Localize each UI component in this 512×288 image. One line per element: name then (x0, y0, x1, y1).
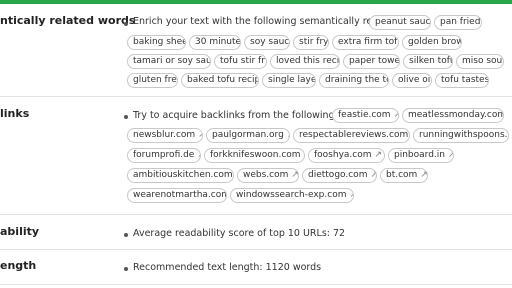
keyword-chip[interactable]: 30 minutes (189, 35, 241, 50)
domain-chip[interactable]: forkknifeswoon.com↗ (204, 148, 305, 163)
external-link-icon: ↗ (304, 149, 305, 162)
domain-chip[interactable]: respectablereviews.com↗ (293, 128, 410, 143)
row-label-length: ength (0, 259, 37, 272)
keyword-chip[interactable]: golden brown (402, 35, 462, 50)
domain-chip[interactable]: bt.com ↗ (380, 168, 428, 183)
external-link-icon: ↗ (349, 189, 353, 202)
domain-chip[interactable]: feastie.com↗ (332, 108, 399, 123)
keyword-chip[interactable]: silken tofu (403, 54, 453, 69)
domain-chip[interactable]: pinboard.in↗ (388, 148, 454, 163)
row-label-backlinks: links (0, 107, 30, 120)
domain-chip[interactable]: runningwithspoons.com↗ (413, 128, 509, 143)
keyword-chip[interactable]: stir fry (293, 35, 329, 50)
keyword-chip[interactable]: draining the tofu (319, 73, 389, 88)
bullet (124, 267, 128, 271)
domain-chip[interactable]: newsblur.com↗ (127, 128, 203, 143)
keyword-chip[interactable]: baked tofu recipe (181, 73, 259, 88)
domain-chip[interactable]: wearenotmartha.com↗ (127, 188, 227, 203)
domain-chip[interactable]: windowssearch-exp.com↗ (230, 188, 354, 203)
domain-chip[interactable]: diettogo.com↗ (302, 168, 377, 183)
keyword-chip[interactable]: loved this recipe (270, 54, 340, 69)
bullet (124, 115, 128, 119)
keyword-chip[interactable]: paper towels (343, 54, 400, 69)
domain-chip[interactable]: meatlessmonday.com↗ (402, 108, 504, 123)
row-divider (0, 284, 512, 285)
row-label-readability: ability (0, 225, 40, 238)
external-link-icon: ↗ (198, 129, 202, 142)
accent-bar (0, 0, 512, 4)
external-link-icon: ↗ (370, 169, 376, 182)
bullet (124, 233, 128, 237)
keyword-chip[interactable]: baking sheet (127, 35, 186, 50)
readability-text: Average readability score of top 10 URLs… (133, 228, 346, 239)
row-divider (0, 96, 512, 97)
length-text: Recommended text length: 1120 words (133, 262, 322, 273)
domain-chip[interactable]: forumprofi.de↗ (127, 148, 201, 163)
keyword-chip[interactable]: soy sauce (244, 35, 290, 50)
domain-chip[interactable]: paulgorman.org↗ (206, 128, 290, 143)
keyword-chip[interactable]: gluten free (127, 73, 178, 88)
domain-chip[interactable]: webs.com ↗ (237, 168, 299, 183)
external-link-icon: ↗ (420, 170, 428, 180)
external-link-icon: ↗ (291, 170, 299, 180)
keyword-chip[interactable]: single layer (262, 73, 316, 88)
keyword-chip[interactable]: tofu tastes (435, 73, 489, 88)
row-divider (0, 249, 512, 250)
keyword-chip[interactable]: miso soup (456, 54, 504, 69)
keyword-chip[interactable]: extra firm tofu (332, 35, 399, 50)
external-link-icon: ↗ (197, 149, 200, 162)
domain-chip[interactable]: fooshya.com ↗ (308, 148, 385, 163)
keyword-chip[interactable]: tofu stir fry (214, 54, 267, 69)
keyword-chip[interactable]: pan fried (434, 15, 482, 30)
external-link-icon: ↗ (448, 149, 453, 162)
keyword-chip[interactable]: tamari or soy sauce (127, 54, 211, 69)
external-link-icon: ↗ (287, 129, 289, 142)
row-label-semantic: ntically related words (0, 14, 136, 27)
domain-chip[interactable]: ambitiouskitchen.com↗ (127, 168, 234, 183)
row-divider (0, 214, 512, 215)
keyword-chip[interactable]: peanut sauce (369, 15, 431, 30)
external-link-icon: ↗ (374, 150, 383, 160)
external-link-icon: ↗ (394, 109, 398, 122)
bullet (124, 22, 128, 26)
keyword-chip[interactable]: olive oil (392, 73, 432, 88)
